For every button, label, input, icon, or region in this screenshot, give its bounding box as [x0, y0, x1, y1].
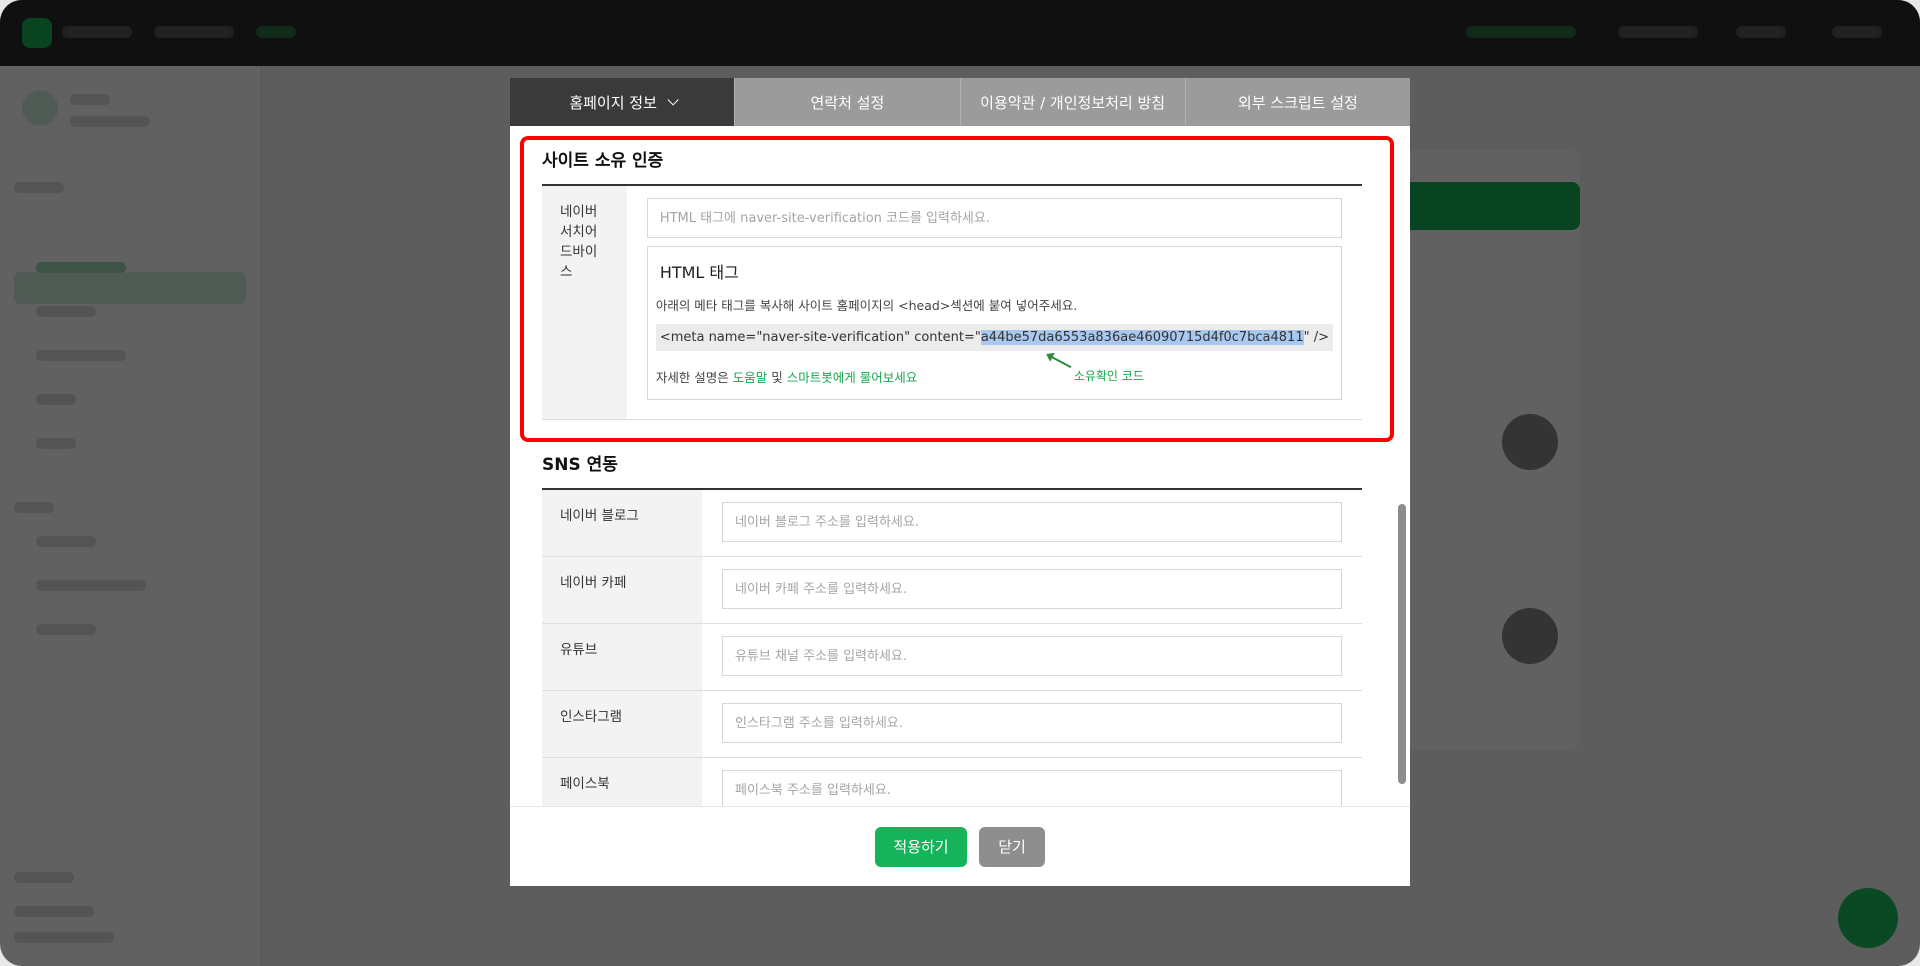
close-button[interactable]: 닫기	[979, 826, 1045, 867]
sns-section: SNS 연동 네이버 블로그 네이버 카페 유튜브 인스타그램 페이스북	[542, 450, 1362, 806]
html-tag-title: HTML 태그	[659, 263, 739, 282]
sns-row-naver-cafe: 네이버 카페	[542, 557, 1362, 624]
tab-label: 홈페이지 정보	[569, 93, 657, 112]
html-tag-box: HTML 태그 아래의 메타 태그를 복사해 사이트 홈페이지의 <head>섹…	[646, 246, 1342, 400]
smartbot-link[interactable]: 스마트봇에게 물어보세요	[787, 370, 917, 385]
apply-button[interactable]: 적용하기	[875, 826, 967, 867]
naver-verification-input[interactable]	[646, 198, 1342, 238]
tab-contact-settings[interactable]: 연락처 설정	[734, 78, 960, 126]
homepage-settings-modal: 홈페이지 정보 연락처 설정 이용약관 / 개인정보처리 방침 외부 스크립트 …	[510, 78, 1410, 886]
tab-label: 연락처 설정	[810, 93, 885, 112]
naver-search-advisor-row: 네이버 서치어드바이스 HTML 태그 아래의 메타 태그를 복사해 사이트 홈…	[542, 186, 1362, 420]
row-label: 네이버 서치어드바이스	[542, 186, 627, 419]
verification-code[interactable]: a44be57da6553a836ae46090715d4f0c7bca4811	[980, 330, 1304, 345]
site-ownership-section: 사이트 소유 인증 네이버 서치어드바이스 HTML 태그 아래의 메타 태그를…	[542, 146, 1362, 420]
tab-label: 외부 스크립트 설정	[1237, 93, 1358, 112]
tab-external-scripts[interactable]: 외부 스크립트 설정	[1184, 78, 1410, 126]
naver-blog-input[interactable]	[722, 502, 1342, 542]
section-title: SNS 연동	[542, 455, 618, 475]
modal-footer: 적용하기 닫기	[510, 806, 1410, 886]
scrollbar[interactable]	[1398, 126, 1406, 806]
sns-row-facebook: 페이스북	[542, 758, 1362, 806]
modal-body: 사이트 소유 인증 네이버 서치어드바이스 HTML 태그 아래의 메타 태그를…	[510, 126, 1410, 806]
naver-cafe-input[interactable]	[722, 569, 1342, 609]
tab-label: 이용약관 / 개인정보처리 방침	[980, 93, 1166, 112]
row-label: 유튜브	[542, 624, 702, 690]
modal-tabs: 홈페이지 정보 연락처 설정 이용약관 / 개인정보처리 방침 외부 스크립트 …	[510, 78, 1410, 126]
tab-homepage-info[interactable]: 홈페이지 정보	[510, 78, 735, 126]
chevron-down-icon	[667, 94, 679, 106]
sns-row-instagram: 인스타그램	[542, 691, 1362, 758]
row-label: 네이버 카페	[542, 557, 702, 623]
sns-row-naver-blog: 네이버 블로그	[542, 490, 1362, 557]
help-link[interactable]: 도움말	[733, 370, 768, 385]
tab-terms-privacy[interactable]: 이용약관 / 개인정보처리 방침	[959, 78, 1185, 126]
section-title: 사이트 소유 인증	[542, 151, 664, 171]
youtube-input[interactable]	[722, 636, 1342, 676]
row-label: 네이버 블로그	[542, 490, 702, 556]
row-label: 페이스북	[542, 758, 702, 806]
arrow-icon	[1047, 354, 1072, 369]
annotation-label: 소유확인 코드	[1073, 369, 1144, 383]
html-tag-description: 아래의 메타 태그를 복사해 사이트 홈페이지의 <head>섹션에 붙여 넣어…	[655, 298, 1078, 313]
row-label: 인스타그램	[542, 691, 702, 757]
meta-tag-code[interactable]: <meta name="naver-site-verification" con…	[655, 324, 1333, 351]
help-text: 자세한 설명은 도움말 및 스마트봇에게 물어보세요	[655, 370, 918, 385]
facebook-input[interactable]	[722, 770, 1342, 806]
instagram-input[interactable]	[722, 703, 1342, 743]
sns-row-youtube: 유튜브	[542, 624, 1362, 691]
scrollbar-thumb[interactable]	[1398, 504, 1406, 784]
